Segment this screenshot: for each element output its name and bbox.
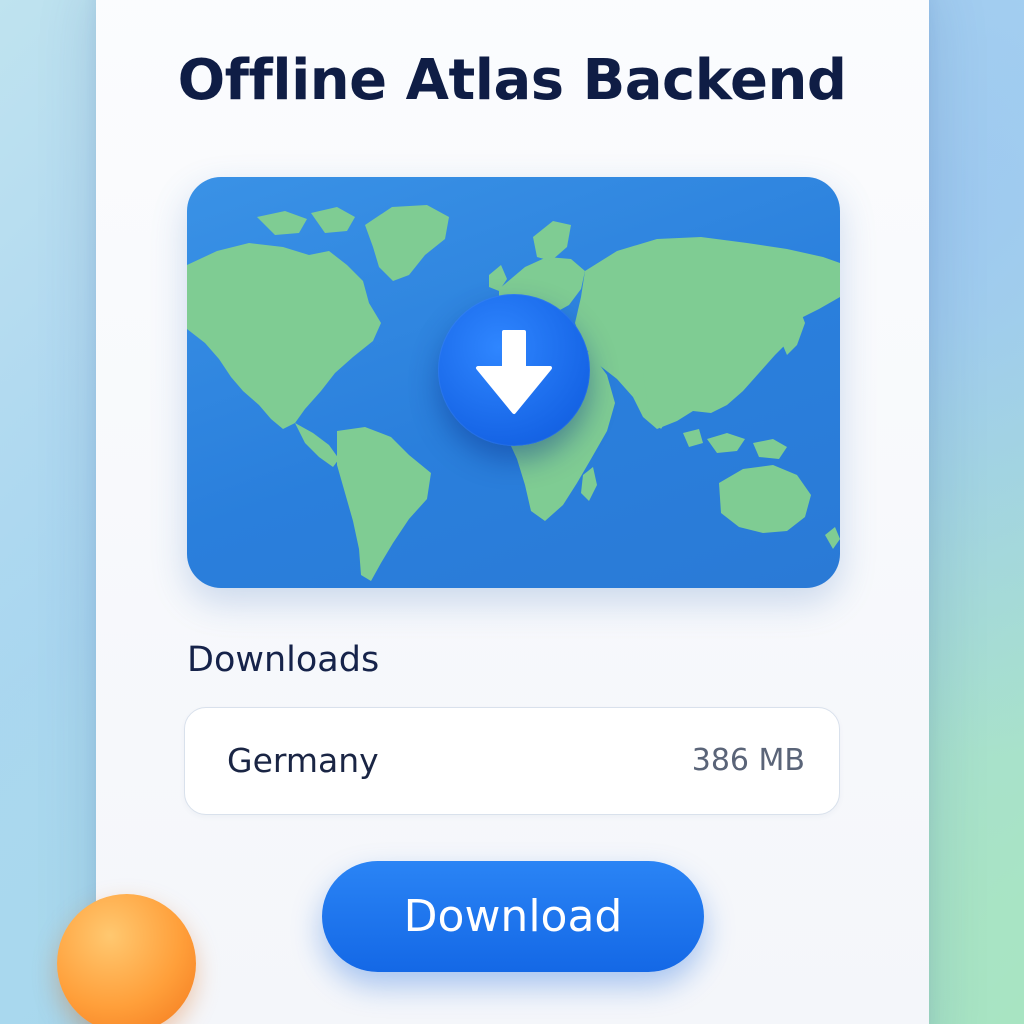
download-item-germany[interactable]: Germany 386 MB xyxy=(184,707,840,815)
download-button[interactable]: Download xyxy=(322,861,704,972)
download-item-size: 386 MB xyxy=(691,743,805,778)
downloads-heading: Downloads xyxy=(187,640,380,680)
page-title: Offline Atlas Backend xyxy=(177,48,847,113)
download-arrow-icon xyxy=(476,330,552,414)
download-badge[interactable] xyxy=(438,294,590,446)
decorative-orb xyxy=(57,894,196,1024)
download-item-name: Germany xyxy=(227,741,379,780)
